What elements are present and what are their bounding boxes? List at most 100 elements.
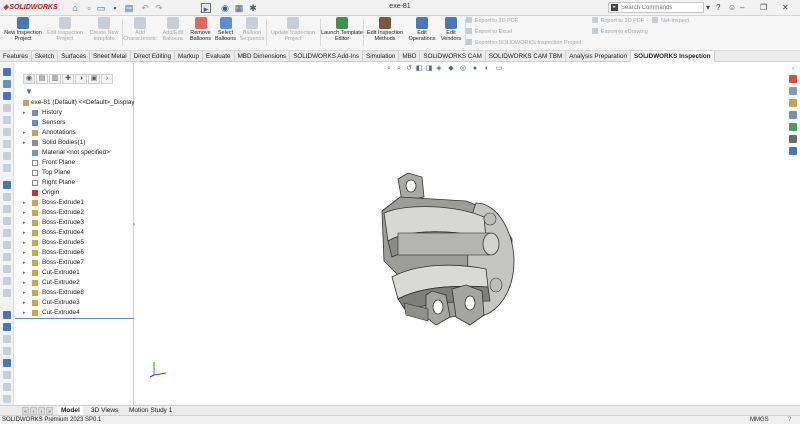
solidworks-forum-icon[interactable]: [789, 147, 797, 155]
tree-item[interactable]: ▸ Cut-Extrude2: [17, 278, 134, 288]
tree-root[interactable]: exe-81 (Default) <<Default>_Display: [17, 98, 134, 108]
balloon-sequence-button[interactable]: Balloon Sequence: [238, 17, 266, 48]
task-pane-expand-icon[interactable]: ›: [786, 66, 800, 74]
last-tab-icon[interactable]: »: [46, 407, 53, 415]
first-tab-icon[interactable]: «: [22, 407, 29, 415]
tree-item[interactable]: ▸ Annotations: [17, 128, 134, 138]
unit-system-button[interactable]: MMGS: [750, 416, 769, 424]
next-tab-icon[interactable]: ›: [38, 407, 45, 415]
tab-surfaces[interactable]: Surfaces: [58, 51, 90, 62]
toolbar-icon[interactable]: [3, 335, 11, 343]
view-palette-icon[interactable]: [789, 111, 797, 119]
tree-item[interactable]: Right Plane: [17, 178, 134, 188]
expand-arrow-icon[interactable]: ▸: [23, 278, 26, 288]
tab-solidworks-cam-tbm[interactable]: SOLIDWORKS CAM TBM: [486, 51, 567, 62]
net-inspect-button[interactable]: Net-Inspect: [652, 17, 689, 25]
toolbar-icon[interactable]: [3, 359, 11, 367]
tree-item[interactable]: Front Plane: [17, 158, 134, 168]
expand-arrow-icon[interactable]: ▸: [23, 128, 26, 138]
tab-evaluate[interactable]: Evaluate: [203, 51, 235, 62]
expand-arrow-icon[interactable]: ▸: [23, 268, 26, 278]
toolbar-icon[interactable]: [3, 116, 11, 124]
display-manager-tab-icon[interactable]: ◑: [75, 74, 87, 84]
export-excel-button[interactable]: Export to Excel: [466, 28, 512, 36]
expand-arrow-icon[interactable]: ▸: [23, 298, 26, 308]
add-edit-balloons-button[interactable]: Add/Edit Balloons: [158, 17, 188, 48]
edit-operations-button[interactable]: Edit Operations: [406, 17, 438, 48]
toolbar-icon[interactable]: [3, 289, 11, 297]
toolbar-icon[interactable]: [3, 181, 11, 189]
part-model[interactable]: [381, 172, 515, 326]
expand-arrow-icon[interactable]: ▸: [23, 258, 26, 268]
tree-item[interactable]: ▸ Boss-Extrude6: [17, 248, 134, 258]
toolbar-icon[interactable]: [3, 265, 11, 273]
toolbar-icon[interactable]: [3, 80, 11, 88]
appearances-icon[interactable]: [789, 123, 797, 131]
expand-arrow-icon[interactable]: ▸: [23, 208, 26, 218]
help-icon[interactable]: ?: [716, 3, 720, 13]
toolbar-icon[interactable]: [3, 140, 11, 148]
expand-arrow-icon[interactable]: ▸: [23, 228, 26, 238]
tree-item[interactable]: ▸ Boss-Extrude4: [17, 228, 134, 238]
export-edrawing-button[interactable]: Export to eDrawing: [592, 28, 648, 36]
toolbar-icon[interactable]: [3, 241, 11, 249]
tab-mbd[interactable]: MBD: [399, 51, 421, 62]
tree-item[interactable]: ▸ Boss-Extrude1: [17, 198, 134, 208]
user-icon[interactable]: ☺: [728, 3, 736, 13]
toolbar-icon[interactable]: [3, 253, 11, 261]
new-inspection-project-button[interactable]: New Inspection Project: [1, 17, 45, 48]
tab-sheet-metal[interactable]: Sheet Metal: [90, 51, 131, 62]
tab-analysis-preparation[interactable]: Analysis Preparation: [566, 51, 631, 62]
toolbar-icon[interactable]: [3, 277, 11, 285]
restore-icon[interactable]: ❐: [760, 3, 767, 13]
tree-item[interactable]: ▸ Solid Bodies(1): [17, 138, 134, 148]
tree-item[interactable]: ▸ Boss-Extrude7: [17, 258, 134, 268]
toolbar-icon[interactable]: [3, 164, 11, 172]
tab-simulation[interactable]: Simulation: [363, 51, 400, 62]
toolbar-icon[interactable]: [3, 152, 11, 160]
toolbar-icon[interactable]: [3, 205, 11, 213]
expand-arrow-icon[interactable]: ▸: [23, 238, 26, 248]
tree-item[interactable]: ▸ Cut-Extrude1: [17, 268, 134, 278]
toolbar-icon[interactable]: [3, 347, 11, 355]
update-inspection-project-button[interactable]: Update Inspection Project: [267, 17, 319, 48]
toolbar-icon[interactable]: [3, 193, 11, 201]
export-3d-pdf-button[interactable]: Export to 3D PDF: [592, 17, 644, 25]
tree-item[interactable]: Origin: [17, 188, 134, 198]
expand-arrow-icon[interactable]: ▸: [23, 248, 26, 258]
tree-item[interactable]: ▸ Boss-Extrude5: [17, 238, 134, 248]
status-help-icon[interactable]: ?: [788, 416, 791, 424]
file-explorer-icon[interactable]: [789, 99, 797, 107]
remove-balloons-button[interactable]: Remove Balloons: [188, 17, 213, 48]
close-icon[interactable]: ✕: [782, 3, 789, 13]
tab-features[interactable]: Features: [0, 51, 32, 62]
design-library-icon[interactable]: [789, 87, 797, 95]
property-manager-tab-icon[interactable]: ▤: [36, 74, 48, 84]
tab-direct-editing[interactable]: Direct Editing: [131, 51, 176, 62]
search-input[interactable]: [621, 3, 703, 12]
toolbar-icon[interactable]: [3, 323, 11, 331]
edit-inspection-project-button[interactable]: Edit Inspection Project: [45, 17, 85, 48]
search-commands-box[interactable]: ▸: [608, 2, 704, 13]
expand-arrow-icon[interactable]: ▸: [23, 108, 26, 118]
tree-item[interactable]: ▸ Cut-Extrude3: [17, 298, 134, 308]
graphics-area[interactable]: ⌕ ⌕ ↺ ◧ ◨ ◈ ◆ ◎ ● ◐ ▭: [136, 63, 784, 412]
tab-solidworks-inspection[interactable]: SOLIDWORKS Inspection: [630, 51, 715, 62]
expand-arrow-icon[interactable]: ▸: [23, 288, 26, 298]
tab-solidworks-add-ins[interactable]: SOLIDWORKS Add-Ins: [290, 51, 363, 62]
search-dropdown-icon[interactable]: ▾: [706, 3, 710, 13]
toolbar-icon[interactable]: [3, 371, 11, 379]
toolbar-icon[interactable]: [3, 217, 11, 225]
launch-template-editor-button[interactable]: Launch Template Editor: [321, 17, 363, 48]
toolbar-icon[interactable]: [3, 395, 11, 403]
tree-item[interactable]: ▸ Boss-Extrude3: [17, 218, 134, 228]
toolbar-icon[interactable]: [3, 104, 11, 112]
add-characteristic-button[interactable]: Add Characteristic: [123, 17, 157, 48]
expand-arrow-icon[interactable]: ▸: [23, 138, 26, 148]
configuration-manager-tab-icon[interactable]: ▥: [49, 74, 61, 84]
export-2d-pdf-button[interactable]: Export to 2D PDF: [466, 17, 518, 25]
solidworks-resources-icon[interactable]: [789, 75, 797, 83]
select-balloons-button[interactable]: Select Balloons: [213, 17, 238, 48]
export-sw-inspection-project-button[interactable]: Export to SOLIDWORKS Inspection Project: [466, 39, 581, 47]
more-tabs-icon[interactable]: ›: [101, 74, 113, 84]
